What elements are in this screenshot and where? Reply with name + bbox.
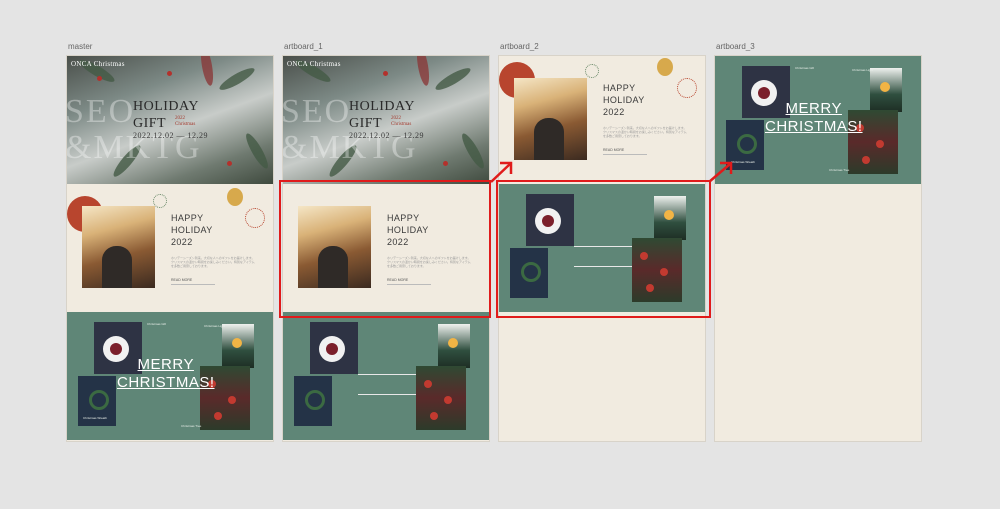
holiday-body-text: ホリデーシーズン到来。大切な人へのギフトをお届けします。クリスマスの温かい時間を… [603,126,687,138]
divider-line [358,394,416,395]
note-light: Christmas Light [852,68,873,72]
wreath-photo [294,376,332,426]
plate-photo [310,322,358,374]
note-light: Christmas Light [204,324,225,328]
read-more-link[interactable]: READ MORE [603,148,647,155]
arrow-icon [708,161,733,183]
gold-ornament-icon [227,188,243,206]
hero-subtitle: 2022 Christmas [391,116,412,127]
arrow-icon [490,161,513,183]
hero-section[interactable]: SEO &MKTG ONCA Christmas HOLIDAY GIFT 2022… [283,56,489,184]
merry-section[interactable] [283,312,489,440]
lamp-photo [870,68,902,112]
merry-section[interactable]: MERRY CHRISTMAS! Christmas Gift Christmas… [67,312,273,440]
divider-line [358,374,416,375]
artboard-label-3[interactable]: artboard_3 [716,42,755,51]
hero-date: 2022.12.02 — 12.29 [349,131,424,140]
merry-section[interactable]: MERRY CHRISTMAS! Christmas Gift Christmas… [715,56,921,184]
site-logo[interactable]: ONCA Christmas [71,60,125,68]
gold-ornament-icon [657,58,673,76]
artboard-master[interactable]: SEO &MKTG ONCA Christmas HOLIDAY GIFT 2022… [67,56,273,441]
highlight-box-holiday [279,180,491,318]
hero-section[interactable]: SEO &MKTG ONCA Christmas HOLIDAY GIFT 2022… [67,56,273,184]
artboard-3[interactable]: MERRY CHRISTMAS! Christmas Gift Christmas… [715,56,921,441]
note-wreath: Christmas Wreath [83,416,107,420]
merry-christmas-title: MERRY CHRISTMAS! [117,356,215,391]
hero-subtitle: 2022 Christmas [175,116,196,127]
ornament-icon [585,64,599,78]
holiday-section[interactable]: HAPPY HOLIDAY 2022 ホリデーシーズン到来。大切な人へのギフトをお届… [499,56,705,184]
lamp-photo [222,324,254,368]
holiday-photo [82,206,155,288]
holiday-title: HAPPY HOLIDAY 2022 [603,83,645,117]
note-gift: Christmas Gift [795,66,815,70]
ornament-outline-icon [245,208,265,228]
holiday-section[interactable]: HAPPY HOLIDAY 2022 ホリデーシーズン到来。大切な人へのギフトをお届… [67,184,273,312]
ornament-outline-icon [677,78,697,98]
holiday-photo [514,78,587,160]
site-logo[interactable]: ONCA Christmas [287,60,341,68]
highlight-box-merry [496,180,711,318]
artboard-label-1[interactable]: artboard_1 [284,42,323,51]
artboard-label-master[interactable]: master [68,42,92,51]
note-tree: Christmas Tree [829,168,850,172]
tree-photo [416,366,466,430]
hero-date: 2022.12.02 — 12.29 [133,131,208,140]
ornament-icon [153,194,167,208]
read-more-link[interactable]: READ MORE [171,278,215,285]
holiday-body-text: ホリデーシーズン到来。大切な人へのギフトをお届けします。クリスマスの温かい時間を… [171,256,255,268]
merry-christmas-title: MERRY CHRISTMAS! [765,100,863,135]
note-gift: Christmas Gift [147,322,167,326]
lamp-photo [438,324,470,368]
artboard-label-2[interactable]: artboard_2 [500,42,539,51]
holiday-title: HAPPY HOLIDAY 2022 [171,213,213,247]
note-tree: Christmas Tree [181,424,202,428]
